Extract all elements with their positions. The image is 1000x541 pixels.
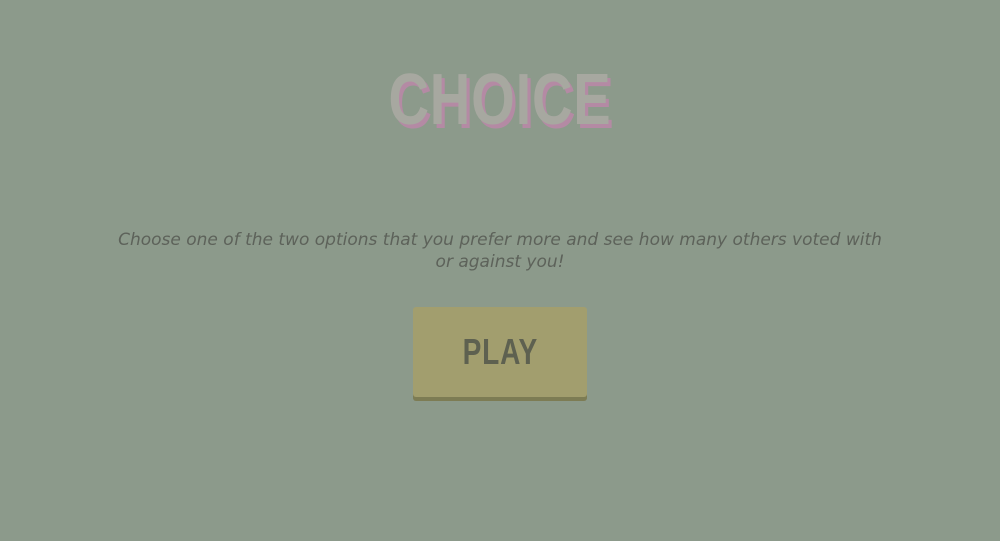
play-button[interactable]: PLAY: [413, 307, 587, 397]
game-title: CHOICE: [388, 60, 612, 140]
play-button-label: PLAY: [462, 331, 538, 372]
game-description: Choose one of the two options that you p…: [118, 230, 882, 272]
